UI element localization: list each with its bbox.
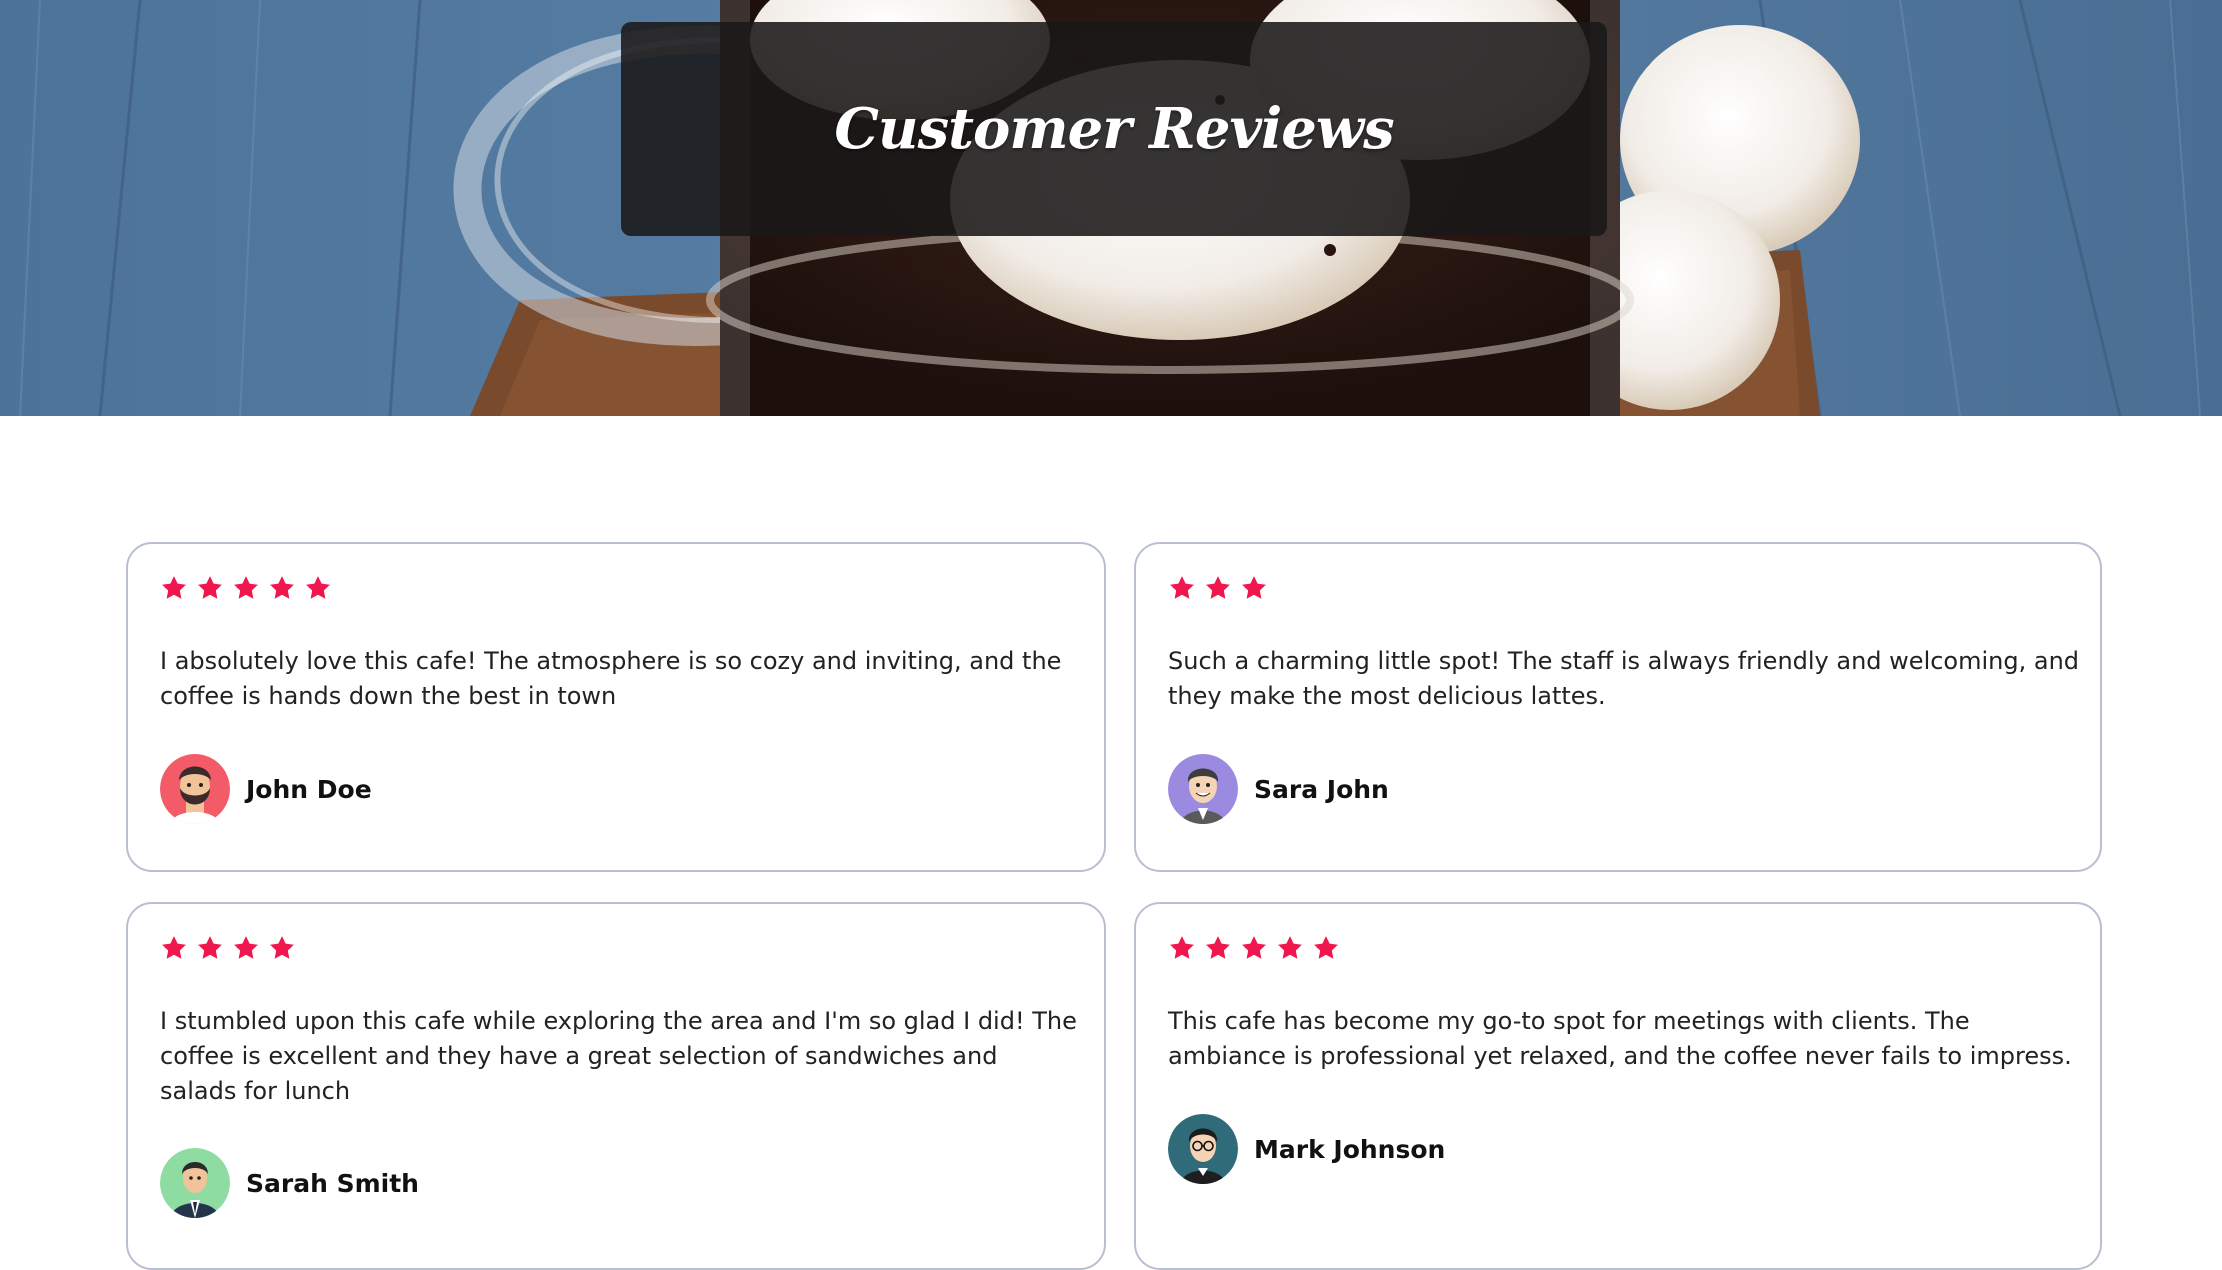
star-icon	[198, 936, 222, 959]
review-author: John Doe	[160, 754, 372, 824]
review-author: Sara John	[1168, 754, 1389, 824]
man-in-suit-avatar-icon	[160, 1148, 230, 1218]
star-icon	[1170, 936, 1194, 959]
review-card-3: I stumbled upon this cafe while explorin…	[126, 902, 1106, 1270]
star-icon	[234, 936, 258, 959]
star-icon	[1278, 936, 1302, 959]
review-text: Such a charming little spot! The staff i…	[1168, 647, 2080, 710]
star-icon	[234, 576, 258, 599]
star-icon	[270, 936, 294, 959]
star-rating	[160, 934, 296, 968]
star-rating	[1168, 574, 1268, 608]
star-icon	[1206, 936, 1230, 959]
review-author: Sarah Smith	[160, 1148, 419, 1218]
star-rating	[1168, 934, 1340, 968]
star-icon	[1170, 576, 1194, 599]
review-text: This cafe has become my go-to spot for m…	[1168, 1007, 2072, 1070]
author-name: Sara John	[1254, 774, 1389, 804]
page-title: Customer Reviews	[834, 96, 1394, 162]
review-card-1: I absolutely love this cafe! The atmosph…	[126, 542, 1106, 872]
star-icon	[162, 936, 186, 959]
author-name: Mark Johnson	[1254, 1134, 1446, 1164]
review-card-2: Such a charming little spot! The staff i…	[1134, 542, 2102, 872]
review-author: Mark Johnson	[1168, 1114, 1445, 1184]
title-box: Customer Reviews	[621, 22, 1607, 236]
bearded-man-avatar-icon	[160, 754, 230, 824]
smiling-man-avatar-icon	[1168, 754, 1238, 824]
star-icon	[1242, 576, 1266, 599]
star-icon	[270, 576, 294, 599]
review-text: I absolutely love this cafe! The atmosph…	[160, 647, 1062, 710]
man-with-glasses-avatar-icon	[1168, 1114, 1238, 1184]
review-text: I stumbled upon this cafe while explorin…	[160, 1007, 1077, 1105]
star-icon	[162, 576, 186, 599]
author-name: Sarah Smith	[246, 1168, 419, 1198]
star-icon	[1206, 576, 1230, 599]
star-icon	[198, 576, 222, 599]
star-rating	[160, 574, 332, 608]
star-icon	[1242, 936, 1266, 959]
author-name: John Doe	[246, 774, 372, 804]
review-card-4: This cafe has become my go-to spot for m…	[1134, 902, 2102, 1270]
star-icon	[306, 576, 330, 599]
star-icon	[1314, 936, 1338, 959]
hero-banner: Customer Reviews	[0, 0, 2222, 416]
